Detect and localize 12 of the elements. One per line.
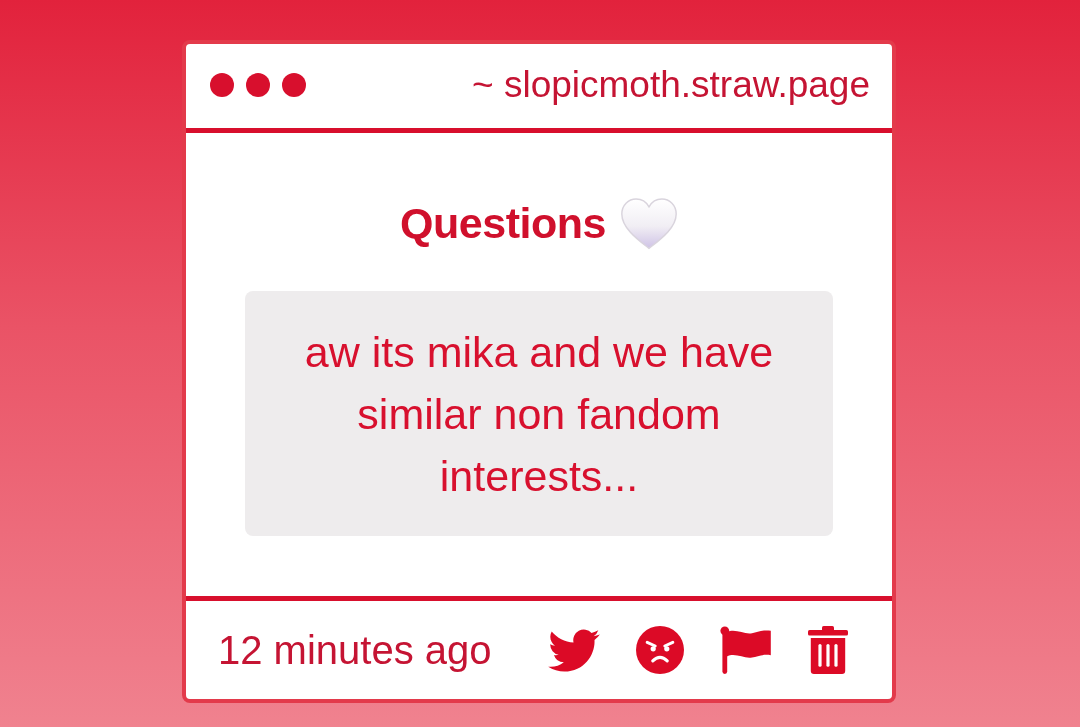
flag-icon[interactable] [720,626,772,674]
trash-icon[interactable] [808,626,848,674]
window-dot-icon [282,73,306,97]
window-dot-icon [246,73,270,97]
heart-icon [619,196,678,250]
question-text: aw its mika and we have similar non fandom interests... [303,326,775,502]
section-title: Questions [400,198,606,248]
timestamp: 12 minutes ago [218,627,492,673]
angry-face-icon[interactable] [636,626,684,674]
page-url: ~ slopicmoth.straw.page [472,64,870,106]
bird-icon[interactable] [548,628,600,672]
window-dot-icon [210,73,234,97]
